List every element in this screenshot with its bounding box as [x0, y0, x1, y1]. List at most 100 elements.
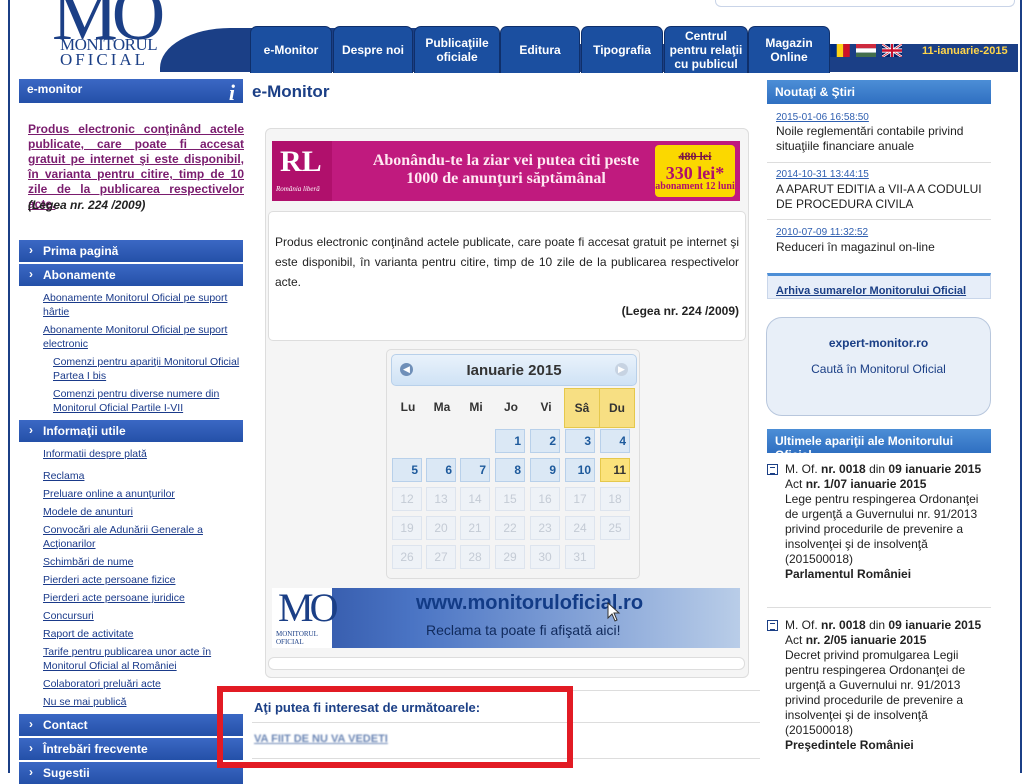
sidebar-link[interactable]: Colaboratori preluări acte [43, 677, 161, 691]
sidebar-link[interactable]: Pierderi acte persoane juridice [43, 591, 185, 605]
act-number: nr. 0018 [821, 462, 866, 476]
calendar-weekday: Du [599, 388, 635, 428]
expert-subtitle: Caută în Monitorul Oficial [811, 362, 946, 376]
chevron-right-icon: › [29, 267, 33, 281]
ad-logo-subtitle: România liberă [276, 185, 320, 193]
sidebar-link[interactable]: Preluare online a anunţurilor [43, 487, 175, 501]
calendar-day[interactable]: 3 [565, 429, 595, 453]
document-icon [767, 464, 778, 475]
calendar-day: 13 [426, 487, 456, 511]
ad-price: 330 lei* [665, 163, 725, 183]
calendar-header: ◀ Ianuarie 2015 ▶ [391, 354, 637, 386]
calendar-day: 29 [495, 545, 525, 569]
nav-editura[interactable]: Editura [500, 26, 580, 73]
calendar-day: 22 [495, 516, 525, 540]
flag-romania-icon[interactable] [830, 44, 850, 57]
sidebar-link[interactable]: Raport de activitate [43, 627, 133, 641]
sidebar-section-label: Abonamente [43, 268, 116, 282]
ad-banner-romania-libera[interactable]: RL România liberă Abonându-te la ziar ve… [272, 141, 740, 201]
calendar-day[interactable]: 8 [495, 458, 525, 482]
calendar-day: 16 [530, 487, 560, 511]
sidebar-link[interactable]: Convocări ale Adunării Generale a Acţion… [43, 523, 223, 551]
sidebar-section-sugestii[interactable]: › Sugestii [19, 762, 243, 784]
sidebar-link[interactable]: Informatii despre plată [43, 447, 147, 461]
ultimele-title: Ultimele apariţii ale Monitorului Oficia… [775, 434, 954, 462]
calendar-day: 17 [565, 487, 595, 511]
arhiva-link[interactable]: Arhiva sumarelor Monitorului Oficial [776, 285, 966, 297]
description-box: Produs electronic conţinând actele publi… [268, 211, 746, 341]
calendar-next-icon[interactable]: ▶ [615, 363, 628, 376]
act-from: din [869, 462, 886, 476]
nav-tipografia[interactable]: Tipografia [581, 26, 663, 73]
flag-hungary-icon[interactable] [856, 44, 876, 57]
info-icon: i [228, 80, 235, 105]
nav-e-monitor[interactable]: e-Monitor [250, 26, 332, 73]
sidebar-link[interactable]: Schimbări de nume [43, 555, 133, 569]
calendar-day[interactable]: 10 [565, 458, 595, 482]
act-issue-line: M. Of. nr. 0018 din 09 ianuarie 2015 [785, 618, 985, 633]
calendar-day: 18 [600, 487, 630, 511]
ad-price-note: abonament 12 luni [655, 181, 735, 192]
nav-centrul-relatii[interactable]: Centrul pentru relaţii cu publicul [664, 26, 748, 73]
calendar-day[interactable]: 5 [392, 458, 422, 482]
sidebar-section-informatii-utile[interactable]: › Informaţii utile [19, 420, 243, 442]
horizontal-scrollbar[interactable] [268, 657, 745, 670]
act-item[interactable]: M. Of. nr. 0018 din 09 ianuarie 2015 Act… [785, 462, 985, 582]
sidebar-title-bar: e-monitor i [19, 79, 243, 105]
highlight-box [217, 686, 573, 768]
calendar-day: 15 [495, 487, 525, 511]
calendar-day[interactable]: 4 [600, 429, 630, 453]
sidebar-section-contact[interactable]: › Contact [19, 714, 243, 736]
logo-line2: OFICIAL [60, 50, 149, 69]
calendar-day: 25 [600, 516, 630, 540]
sidebar-title: e-monitor [27, 82, 83, 96]
sidebar-link[interactable]: Reclama [43, 469, 84, 483]
sidebar-link[interactable]: Tarife pentru publicarea unor acte în Mo… [43, 645, 228, 673]
calendar-day[interactable]: 9 [530, 458, 560, 482]
calendar-day[interactable]: 11 [600, 458, 630, 482]
sidebar-section-prima-pagina[interactable]: › Prima pagină [19, 240, 243, 262]
sidebar-link[interactable]: Pierderi acte persoane fizice [43, 573, 176, 587]
nav-publicatiile-oficiale[interactable]: Publicaţiile oficiale [414, 26, 500, 73]
calendar-day: 14 [460, 487, 490, 511]
page-title: e-Monitor [252, 82, 330, 101]
current-date: 11-ianuarie-2015 [922, 45, 1008, 57]
sidebar-link[interactable]: Abonamente Monitorul Oficial pe suport e… [43, 323, 239, 351]
news-date-link[interactable]: 2014-10-31 13:44:15 [776, 169, 869, 180]
calendar-day[interactable]: 2 [530, 429, 560, 453]
calendar-day: 24 [565, 516, 595, 540]
calendar-day[interactable]: 1 [495, 429, 525, 453]
calendar-weekday: Sâ [564, 388, 600, 428]
act-item[interactable]: M. Of. nr. 0018 din 09 ianuarie 2015 Act… [785, 618, 985, 753]
ad-banner-monitorul-oficial[interactable]: MO MONITORUL OFICIAL www.monitoruloficia… [272, 588, 740, 648]
calendar-day[interactable]: 6 [426, 458, 456, 482]
news-date-link[interactable]: 2015-01-06 16:58:50 [776, 112, 869, 123]
act-mof: M. Of. [785, 462, 818, 476]
sidebar-link[interactable]: Comenzi pentru diverse numere din Monito… [53, 387, 239, 415]
site-logo[interactable]: MO MONITORUL OFICIAL [30, 0, 170, 70]
sidebar-section-abonamente[interactable]: › Abonamente [19, 264, 243, 286]
sidebar-section-label: Întrebări frecvente [43, 742, 148, 756]
ad-logo-text: RL [280, 145, 322, 178]
ad-old-price: 480 lei [678, 149, 712, 163]
calendar-day: 31 [565, 545, 595, 569]
nav-magazin-online[interactable]: Magazin Online [748, 26, 830, 73]
ultimele-header: Ultimele apariţii ale Monitorului Oficia… [767, 429, 991, 462]
expert-monitor-box[interactable]: expert-monitor.ro Caută în Monitorul Ofi… [766, 317, 991, 416]
sidebar-link[interactable]: Nu se mai publică [43, 695, 126, 709]
top-strip [715, 0, 1015, 7]
sidebar-link[interactable]: Concursuri [43, 609, 94, 623]
act-ref-line: Act nr. 1/07 ianuarie 2015 [785, 477, 985, 492]
sidebar-link[interactable]: Abonamente Monitorul Oficial pe suport h… [43, 291, 239, 319]
sidebar-link[interactable]: Comenzi pentru apariţii Monitorul Oficia… [53, 355, 243, 383]
news-date-link[interactable]: 2010-07-09 11:32:52 [776, 227, 868, 238]
nav-despre-noi[interactable]: Despre noi [333, 26, 413, 73]
sidebar-section-intrebari-frecvente[interactable]: › Întrebări frecvente [19, 738, 243, 760]
calendar-day: 19 [392, 516, 422, 540]
sidebar-link[interactable]: Modele de anunturi [43, 505, 133, 519]
act-mof: M. Of. [785, 618, 818, 632]
sidebar-section-label: Sugestii [43, 766, 90, 780]
calendar-day[interactable]: 7 [460, 458, 490, 482]
flag-uk-icon[interactable] [882, 44, 902, 57]
description-law-ref: (Legea nr. 224 /2009) [621, 304, 739, 318]
